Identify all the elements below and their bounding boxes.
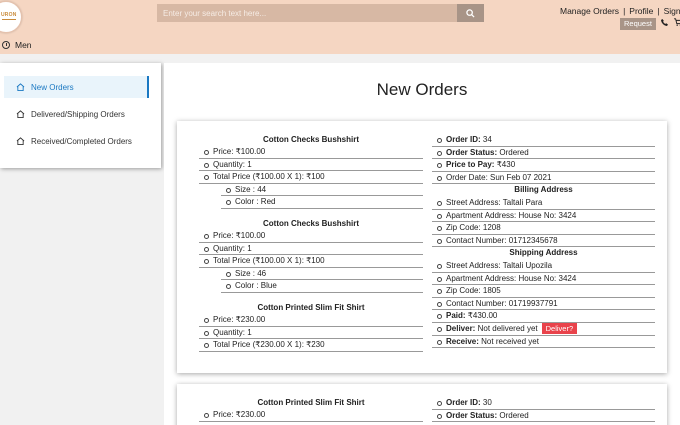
order-products: Cotton Checks Bushshirt Price: ₹100.00 Q… xyxy=(199,134,423,352)
order-status: Order Status: Ordered xyxy=(432,410,655,423)
sidebar: New Orders Delivered/Shipping Orders Rec… xyxy=(0,63,161,168)
profile-link[interactable]: Profile xyxy=(629,6,653,16)
search-button[interactable] xyxy=(457,4,484,22)
billing-street: Street Address: Taltali Para xyxy=(432,197,655,210)
product-name: Cotton Printed Slim Fit Shirt xyxy=(257,302,365,312)
main-content: New Orders Cotton Checks Bushshirt Price… xyxy=(164,63,680,425)
sidebar-item-delivered-shipping[interactable]: Delivered/Shipping Orders xyxy=(4,103,149,125)
brand-logo[interactable]: URON xyxy=(0,1,22,33)
deliver-button[interactable]: Deliver? xyxy=(541,323,578,335)
billing-zip: Zip Code: 1208 xyxy=(432,222,655,235)
manage-orders-link[interactable]: Manage Orders xyxy=(560,6,619,16)
order-card: Cotton Printed Slim Fit Shirt Price: ₹23… xyxy=(177,384,667,425)
home-icon xyxy=(16,137,25,145)
sidebar-item-label: Delivered/Shipping Orders xyxy=(31,109,125,119)
search-icon xyxy=(466,8,475,18)
product-color: Color : Red xyxy=(221,196,423,209)
page-title: New Orders xyxy=(376,80,468,99)
search-input[interactable] xyxy=(157,4,457,22)
receive-status: Receive: Not received yet xyxy=(432,336,655,349)
product-color: Color : Blue xyxy=(221,280,423,293)
order-date: Order Date: Sun Feb 07 2021 xyxy=(432,172,655,185)
product-price: Price: ₹100.00 xyxy=(199,146,423,159)
product-price: Price: ₹100.00 xyxy=(199,230,423,243)
paid-amount: Paid: ₹430.00 xyxy=(432,310,655,323)
home-icon xyxy=(16,110,25,118)
shipping-street: Street Address: Taltali Upozila xyxy=(432,260,655,273)
product-name: Cotton Printed Slim Fit Shirt xyxy=(257,398,365,407)
phone-icon[interactable] xyxy=(661,19,668,26)
men-category[interactable]: Men xyxy=(2,40,32,50)
order-id: Order ID: 34 xyxy=(432,134,655,147)
product-total: Total Price (₹100.00 X 1): ₹100 xyxy=(199,171,423,184)
product-name: Cotton Checks Bushshirt xyxy=(262,218,359,228)
sidebar-item-label: Received/Completed Orders xyxy=(31,136,132,146)
search-bar xyxy=(157,4,484,22)
logo-text: URON xyxy=(1,12,17,18)
product-name: Cotton Checks Bushshirt xyxy=(262,135,359,144)
product-total: Total Price (₹230.00 X 1): ₹230 xyxy=(199,339,423,352)
product-price: Price: ₹230.00 xyxy=(199,314,423,327)
top-nav: Manage Orders|Profile|Sign O xyxy=(560,6,680,16)
price-to-pay: Price to Pay: ₹430 xyxy=(432,159,655,172)
top-header: URON Manage Orders|Profile|Sign O Reques… xyxy=(0,0,680,54)
request-button[interactable]: Request xyxy=(620,18,656,30)
billing-contact: Contact Number: 01712345678 xyxy=(432,235,655,248)
product-quantity: Quantity: 1 xyxy=(199,327,423,340)
sidebar-item-label: New Orders xyxy=(31,82,74,92)
logo-underline xyxy=(2,19,16,20)
clock-icon xyxy=(2,41,10,49)
deliver-status: Deliver: Not delivered yet Deliver? xyxy=(432,323,655,336)
billing-apartment: Apartment Address: House No: 3424 xyxy=(432,210,655,223)
sidebar-item-received-completed[interactable]: Received/Completed Orders xyxy=(4,130,149,152)
product-price: Price: ₹230.00 xyxy=(199,409,423,422)
product-quantity: Quantity: 1 xyxy=(199,159,423,172)
cart-icon[interactable] xyxy=(674,18,680,26)
product-quantity: Quantity: 1 xyxy=(199,243,423,256)
order-id: Order ID: 30 xyxy=(432,397,655,410)
order-products: Cotton Printed Slim Fit Shirt Price: ₹23… xyxy=(199,397,423,422)
sign-out-link[interactable]: Sign O xyxy=(664,6,680,16)
order-card: Cotton Checks Bushshirt Price: ₹100.00 Q… xyxy=(177,121,667,373)
product-total: Total Price (₹100.00 X 1): ₹100 xyxy=(199,255,423,268)
order-status: Order Status: Ordered xyxy=(432,147,655,160)
home-icon xyxy=(16,83,25,91)
sidebar-item-new-orders[interactable]: New Orders xyxy=(4,76,149,98)
order-details: Order ID: 30 Order Status: Ordered xyxy=(432,397,655,423)
billing-address-title: Billing Address xyxy=(514,185,573,195)
shipping-contact: Contact Number: 01719937791 xyxy=(432,298,655,311)
men-label: Men xyxy=(15,40,32,50)
order-details: Order ID: 34 Order Status: Ordered Price… xyxy=(432,134,655,349)
nav-separator: | xyxy=(623,6,626,16)
nav-separator: | xyxy=(657,6,660,16)
shipping-address-title: Shipping Address xyxy=(509,248,578,258)
product-size: Size : 44 xyxy=(221,184,423,197)
product-size: Size : 46 xyxy=(221,268,423,281)
shipping-zip: Zip Code: 1805 xyxy=(432,285,655,298)
shipping-apartment: Apartment Address: House No: 3424 xyxy=(432,273,655,286)
